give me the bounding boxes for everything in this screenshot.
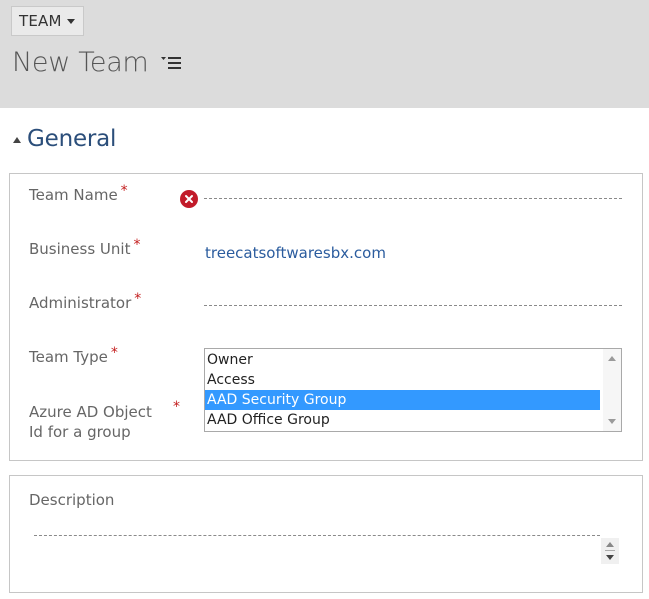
scroll-up-icon[interactable]: [608, 356, 616, 361]
team-name-label: Team Name *: [29, 183, 128, 204]
business-unit-lookup-link[interactable]: treecatsoftwaresbx.com: [205, 244, 386, 262]
team-type-label-text: Team Type: [29, 348, 108, 366]
list-menu-icon[interactable]: [160, 52, 182, 72]
business-unit-label: Business Unit *: [29, 237, 141, 258]
listbox-scrollbar[interactable]: [603, 349, 621, 431]
required-mark: *: [120, 183, 128, 199]
section-title: General: [27, 126, 117, 152]
page-title: New Team: [12, 44, 182, 80]
azure-ad-label-line1-text: Azure AD Object: [29, 403, 152, 421]
team-type-option-selected[interactable]: AAD Security Group: [205, 390, 600, 410]
section-general-toggle[interactable]: General: [13, 124, 116, 154]
team-type-listbox[interactable]: Owner Access AAD Security Group AAD Offi…: [204, 348, 622, 432]
team-type-option[interactable]: AAD Office Group: [205, 410, 600, 430]
administrator-label-text: Administrator: [29, 294, 132, 312]
required-mark: *: [110, 345, 118, 361]
required-mark: *: [133, 237, 141, 253]
team-type-option[interactable]: Access: [205, 370, 600, 390]
error-x-icon: [180, 190, 198, 208]
azure-ad-label: Azure AD Object Id for a group: [29, 402, 152, 442]
divider: [605, 550, 615, 551]
form-header: TEAM New Team: [0, 0, 649, 108]
general-section: Team Name * Business Unit * treecatsoftwar…: [9, 173, 643, 461]
entity-switcher-button[interactable]: TEAM: [11, 6, 84, 36]
description-scroll-spinner[interactable]: [601, 538, 619, 564]
required-mark: *: [173, 399, 180, 415]
scroll-down-icon[interactable]: [606, 555, 614, 560]
scroll-up-icon[interactable]: [606, 542, 614, 547]
azure-ad-label-line2: Id for a group: [29, 423, 131, 441]
entity-switcher-label: TEAM: [19, 12, 62, 30]
collapse-triangle-icon: [13, 137, 21, 143]
description-textarea[interactable]: [34, 535, 600, 536]
team-type-option[interactable]: Owner: [205, 350, 600, 370]
team-name-label-text: Team Name: [29, 186, 118, 204]
required-mark: *: [134, 291, 142, 307]
description-section: Description: [9, 475, 643, 593]
team-name-input[interactable]: [204, 198, 622, 199]
business-unit-label-text: Business Unit: [29, 240, 131, 258]
team-type-label: Team Type *: [29, 345, 118, 366]
administrator-label: Administrator *: [29, 291, 142, 312]
azure-ad-label-line1: Azure AD Object: [29, 402, 152, 422]
scroll-down-icon[interactable]: [608, 419, 616, 424]
page-title-text: New Team: [12, 46, 149, 78]
caret-down-icon: [66, 18, 75, 24]
administrator-input[interactable]: [204, 305, 622, 306]
description-label: Description: [29, 491, 115, 509]
